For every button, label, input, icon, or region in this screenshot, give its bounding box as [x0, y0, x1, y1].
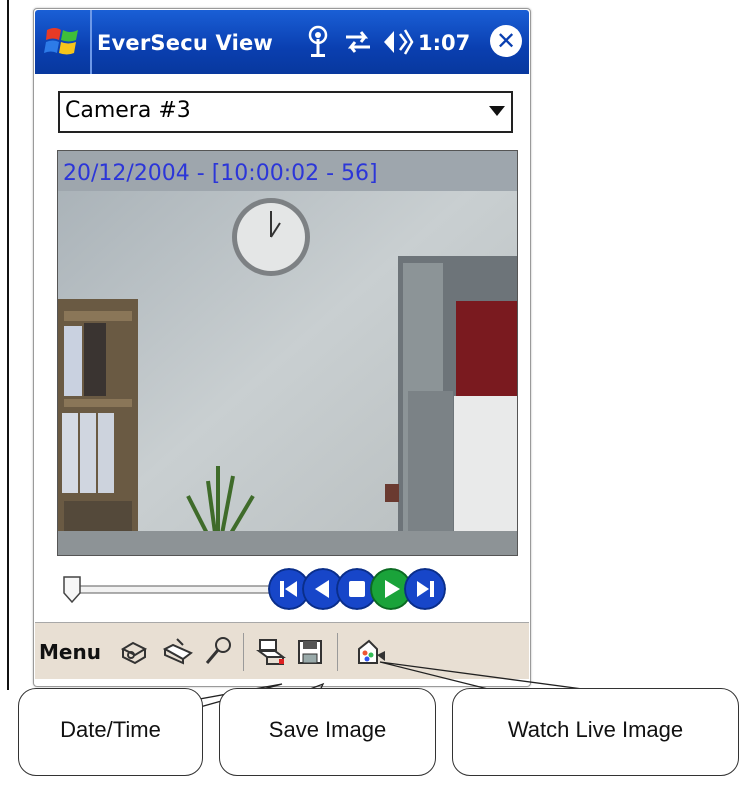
command-bar: Menu — [35, 622, 529, 679]
skip-to-end-button[interactable] — [404, 568, 446, 610]
recording-timestamp: 20/12/2004 - [10:00:02 - 56] — [63, 161, 378, 186]
cameras-icon[interactable] — [117, 635, 151, 669]
clock: 1:07 — [418, 31, 471, 55]
connectivity-arrows-icon[interactable] — [343, 24, 373, 60]
slider-thumb[interactable] — [63, 576, 81, 603]
camera-select-value: Camera #3 — [65, 98, 191, 123]
windows-flag-icon[interactable] — [43, 22, 83, 62]
settings-wrench-icon[interactable] — [201, 635, 235, 669]
app-title: EverSecu View — [97, 31, 274, 55]
save-image-callout: Save Image — [219, 688, 436, 776]
watch-live-image-callout-label: Watch Live Image — [507, 717, 684, 742]
title-separator — [90, 10, 92, 74]
page-margin-rule — [7, 0, 9, 690]
date-time-icon[interactable] — [255, 635, 289, 669]
save-image-callout-label: Save Image — [268, 717, 387, 742]
watch-live-image-icon[interactable] — [353, 635, 387, 669]
pda-window: EverSecu View 1:07 ✕ Camera #3 20/12/200… — [33, 8, 531, 687]
close-icon[interactable]: ✕ — [490, 25, 522, 57]
camera-frame-image — [58, 151, 517, 555]
save-image-icon[interactable] — [293, 635, 327, 669]
camera-image-viewer: 20/12/2004 - [10:00:02 - 56] — [57, 150, 518, 556]
playback-controls — [268, 568, 524, 610]
command-bar-separator — [243, 633, 244, 671]
playback-slider[interactable] — [61, 575, 271, 603]
watch-live-image-callout: Watch Live Image — [452, 688, 739, 776]
camera-select[interactable]: Camera #3 — [58, 91, 513, 133]
title-bar: EverSecu View 1:07 ✕ — [35, 10, 529, 74]
search-files-icon[interactable] — [161, 635, 195, 669]
date-time-callout-label: Date/Time — [60, 717, 161, 742]
signal-icon[interactable] — [303, 24, 333, 60]
volume-icon[interactable] — [380, 24, 414, 60]
date-time-callout: Date/Time — [18, 688, 203, 776]
menu-button[interactable]: Menu — [39, 640, 101, 664]
command-bar-separator — [337, 633, 338, 671]
chevron-down-icon[interactable] — [489, 106, 505, 116]
